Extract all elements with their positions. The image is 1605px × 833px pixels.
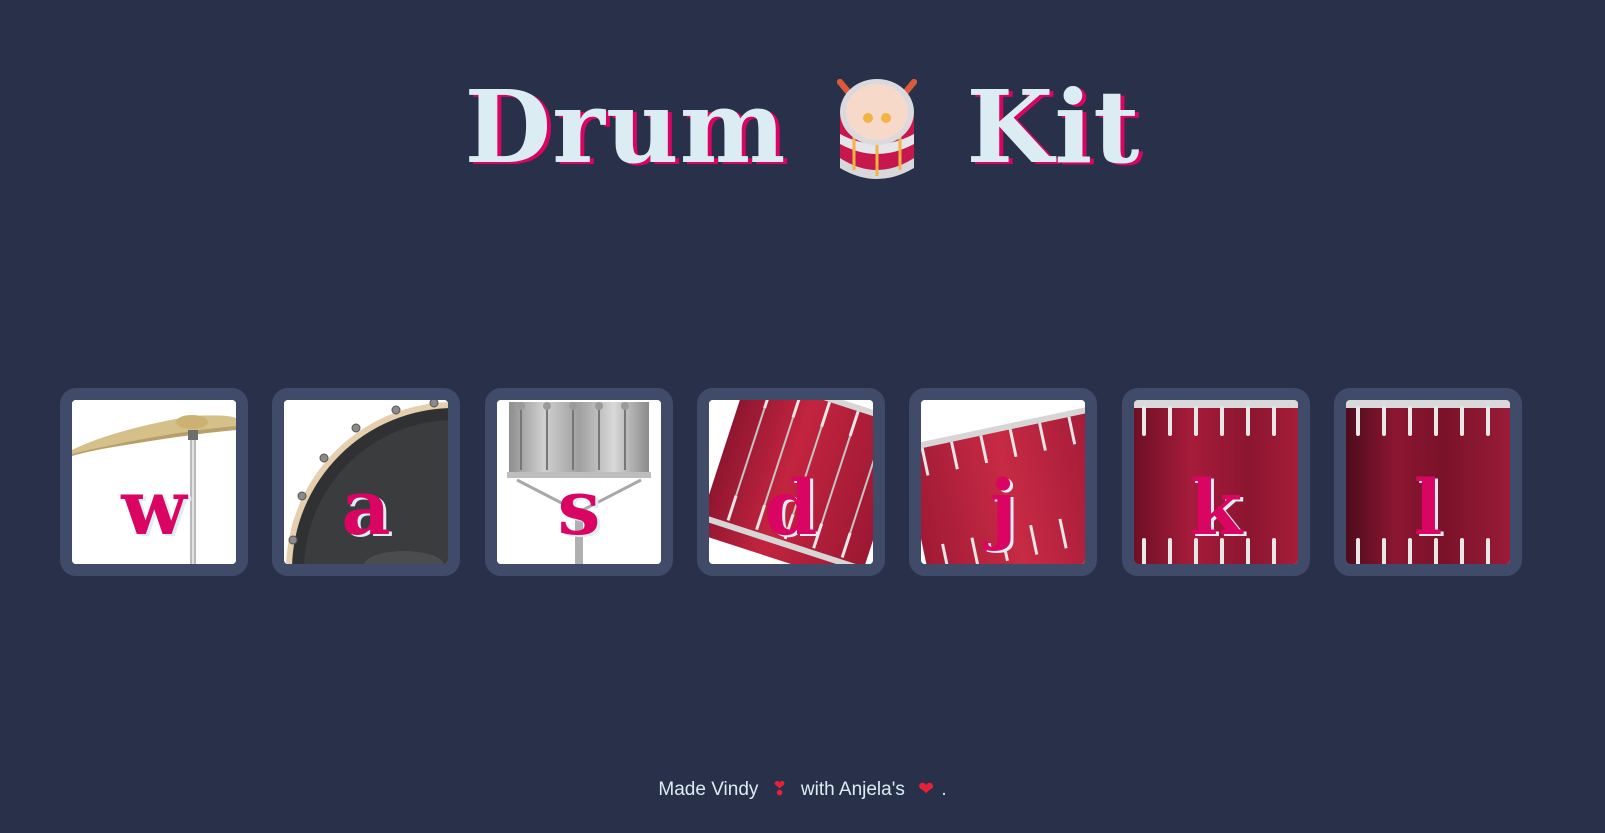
page-title: Drum Kit — [0, 62, 1605, 192]
drum-button-k[interactable]: k — [1122, 388, 1310, 576]
drum-button-d[interactable]: d — [697, 388, 885, 576]
drum-key-label: a — [341, 463, 391, 552]
drum-button-l[interactable]: l — [1334, 388, 1522, 576]
drum-button-a[interactable]: a — [272, 388, 460, 576]
footer-text-with: with Anjela's — [800, 779, 905, 800]
footer-text-period: . — [941, 779, 947, 800]
drum-key-label: s — [557, 463, 601, 552]
drum-key-label: k — [1189, 463, 1243, 552]
heart-icon: ❤ — [918, 779, 935, 800]
drum-key-label: l — [1413, 463, 1443, 552]
drum-button-s[interactable]: s — [485, 388, 673, 576]
title-word-kit: Kit — [966, 68, 1141, 186]
footer: Made Vindy ❣ with Anjela's ❤ . — [0, 778, 1605, 801]
title-word-drum: Drum — [464, 68, 787, 186]
drum-set: w a s d j k l — [60, 388, 1556, 576]
footer-text-made: Made Vindy — [658, 779, 759, 800]
drum-icon — [837, 79, 918, 179]
drum-key-label: w — [121, 463, 187, 552]
drum-key-label: d — [764, 463, 818, 552]
drum-button-j[interactable]: j — [909, 388, 1097, 576]
drum-button-w[interactable]: w — [60, 388, 248, 576]
drum-key-label: j — [989, 463, 1017, 552]
heart-exclamation-icon: ❣ — [771, 779, 788, 800]
